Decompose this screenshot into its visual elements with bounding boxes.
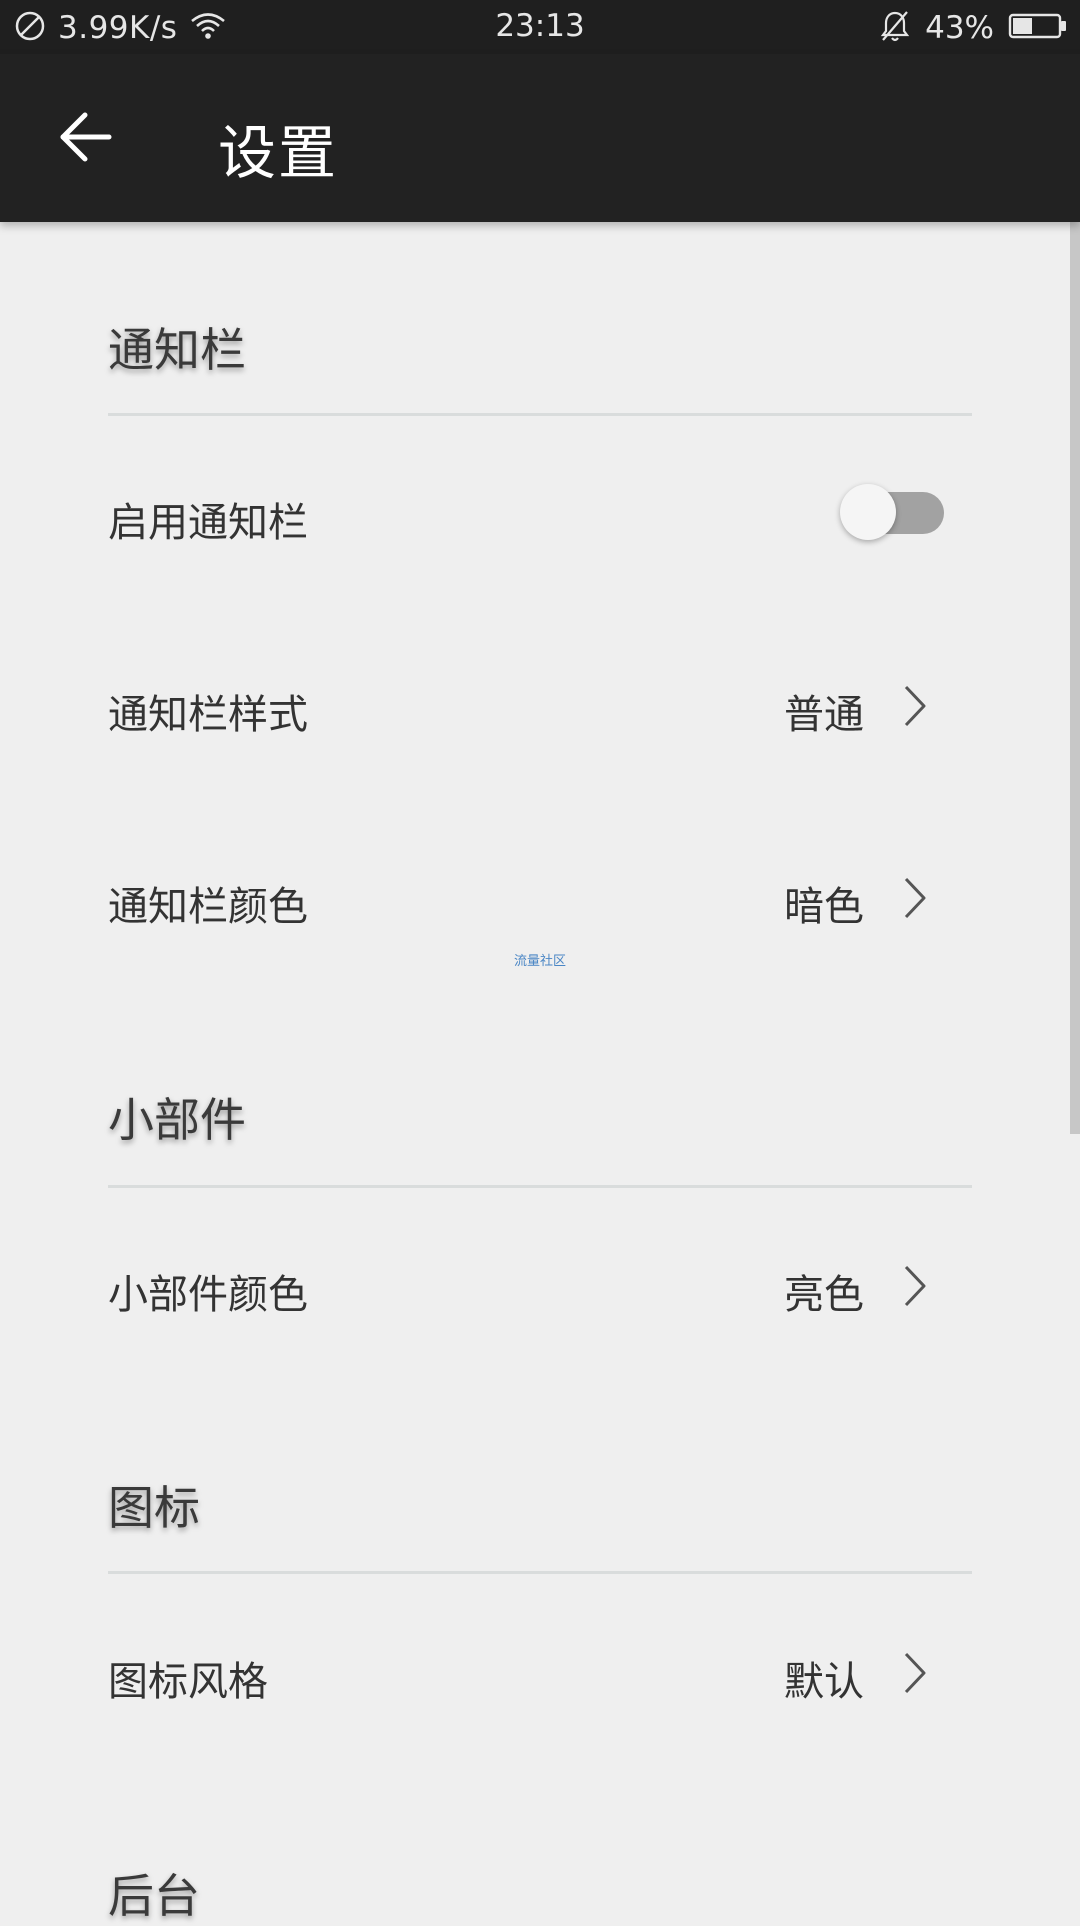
arrow-left-icon (60, 112, 112, 162)
toggle-knob (840, 484, 896, 540)
page-title: 设置 (218, 119, 339, 187)
setting-value: 默认 (784, 1659, 864, 1705)
status-right: 43% (879, 8, 1068, 48)
back-button[interactable] (52, 104, 118, 170)
setting-label: 图标风格 (108, 1659, 268, 1705)
settings-list: 通知栏 启用通知栏 通知栏样式 普通 通知栏颜色 暗色 流量社区 小部件 小部件… (0, 222, 1080, 1923)
setting-label: 小部件颜色 (108, 1272, 308, 1318)
setting-value: 亮色 (784, 1272, 864, 1318)
chevron-right-icon (904, 877, 926, 919)
enable-notification-toggle[interactable] (840, 484, 944, 540)
setting-label: 通知栏颜色 (108, 884, 308, 930)
setting-label: 通知栏样式 (108, 692, 308, 738)
section-title-notification: 通知栏 (108, 323, 246, 377)
section-title-widget: 小部件 (108, 1093, 246, 1147)
battery-icon (1008, 12, 1068, 44)
status-bar: 3.99K/s 23:13 43% (0, 0, 1080, 54)
battery-percent: 43% (925, 10, 994, 46)
chevron-right-icon (904, 1265, 926, 1307)
divider (108, 1571, 972, 1574)
app-bar: 设置 (0, 54, 1080, 222)
divider (108, 413, 972, 416)
watermark-text: 流量社区 (513, 954, 566, 969)
setting-value: 暗色 (784, 884, 864, 930)
section-title-icon: 图标 (108, 1481, 200, 1535)
section-title-background: 后台 (108, 1869, 200, 1923)
chevron-right-icon (904, 685, 926, 727)
bell-off-icon (879, 9, 911, 47)
divider (108, 1185, 972, 1188)
setting-label: 启用通知栏 (108, 500, 308, 546)
scrollbar[interactable] (1070, 222, 1080, 1134)
setting-value: 普通 (784, 692, 864, 738)
chevron-right-icon (904, 1652, 926, 1694)
